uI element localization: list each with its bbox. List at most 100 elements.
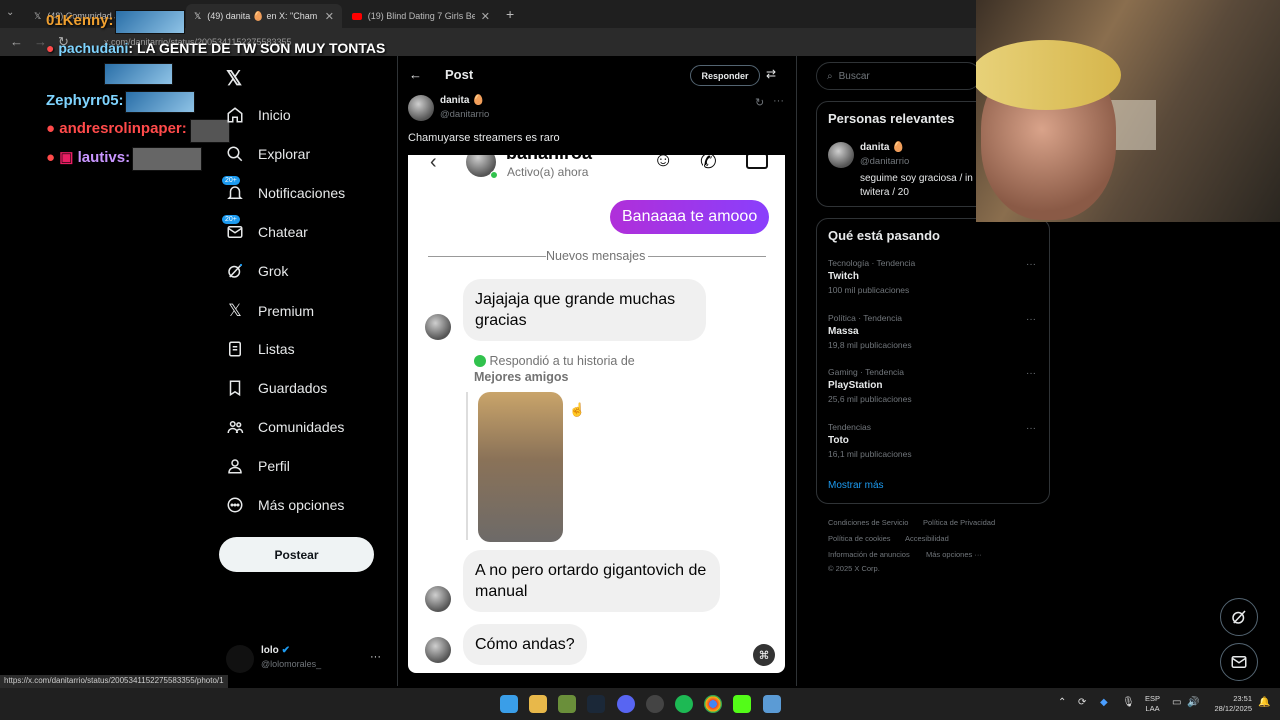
sender-avatar — [425, 637, 451, 663]
obs-icon[interactable] — [646, 695, 664, 713]
footer-link[interactable]: Accesibilidad — [905, 534, 949, 543]
trend-more-icon[interactable]: ··· — [1026, 259, 1036, 270]
chat-emote — [104, 63, 173, 85]
chat-badge-icon: ● — [46, 40, 55, 56]
x-logo-icon: 𝕏 — [228, 301, 242, 320]
sender-avatar — [425, 314, 451, 340]
footer-link[interactable]: Información de anuncios — [828, 550, 910, 559]
relevant-title: Personas relevantes — [828, 111, 955, 126]
nav-label: Listas — [258, 341, 295, 357]
nav-premium[interactable]: 𝕏 Premium — [226, 301, 314, 321]
footer-link[interactable]: Más opciones ··· — [926, 550, 982, 559]
volume-icon[interactable]: 🔊 — [1187, 697, 1199, 708]
footer-link[interactable]: Política de Privacidad — [923, 518, 995, 527]
nav-explorar[interactable]: Explorar — [226, 145, 310, 163]
post-button[interactable]: Postear — [219, 537, 374, 572]
trend-item[interactable]: Tendencias Toto 16,1 mil publicaciones — [828, 422, 912, 459]
author-handle[interactable]: @danitarrio — [440, 109, 489, 120]
tray-sync-icon[interactable]: ⟳ — [1078, 697, 1086, 708]
tab-danita-post[interactable]: 𝕏 (49) danita 🥚 en X: "Chamuya ✕ — [186, 4, 342, 28]
chat-emote — [132, 147, 202, 171]
new-tab-icon[interactable]: + — [506, 6, 514, 22]
trend-item[interactable]: Gaming · Tendencia PlayStation 25,6 mil … — [828, 367, 912, 404]
nav-label: Notificaciones — [258, 185, 346, 201]
post-text: Chamuyarse streamers es raro — [408, 132, 560, 144]
kick-icon[interactable] — [733, 695, 751, 713]
column-divider — [796, 56, 797, 686]
tab-list-dropdown-icon[interactable]: ⌄ — [6, 7, 14, 18]
nav-inicio[interactable]: Inicio — [226, 106, 291, 124]
footer-link[interactable]: Condiciones de Servicio — [828, 518, 908, 527]
trend-meta: Tendencias — [828, 422, 872, 432]
reply-button[interactable]: Responder — [690, 65, 760, 86]
network-icon[interactable]: ▭ — [1172, 697, 1181, 708]
tray-mic-icon[interactable]: 🎙 — [1122, 697, 1135, 708]
author-name[interactable]: danita 🥚 — [440, 95, 485, 106]
language-indicator[interactable]: ESP LAA — [1145, 694, 1160, 714]
nav-notificaciones[interactable]: 20+ Notificaciones — [222, 176, 346, 202]
tab-youtube[interactable]: (19) Blind Dating 7 Girls Before ✕ — [344, 4, 498, 28]
x-logo-icon[interactable]: 𝕏 — [226, 66, 242, 91]
chrome-icon[interactable] — [704, 695, 722, 713]
search-box[interactable]: ⌕ Buscar — [816, 62, 981, 90]
page-title: Post — [445, 67, 474, 82]
trend-more-icon[interactable]: ··· — [1026, 368, 1036, 379]
clock[interactable]: 23:51 28/12/2025 — [1208, 694, 1252, 714]
nav-comunidades[interactable]: Comunidades — [226, 418, 344, 436]
nav-guardados[interactable]: Guardados — [226, 379, 327, 397]
nav-grok[interactable]: Grok — [226, 262, 288, 280]
column-divider — [397, 56, 398, 686]
account-more-icon[interactable]: ··· — [370, 651, 381, 663]
nav-listas[interactable]: Listas — [226, 340, 295, 358]
trend-item[interactable]: Política · Tendencia Massa 19,8 mil publ… — [828, 313, 912, 350]
webcam-overlay — [976, 0, 1280, 222]
bookmark-icon — [229, 380, 241, 397]
spotify-icon[interactable] — [675, 695, 693, 713]
nav-label: Premium — [258, 303, 315, 319]
tray-app-icon[interactable]: ◆ — [1100, 697, 1108, 708]
discord-icon[interactable] — [617, 695, 635, 713]
account-avatar[interactable] — [226, 645, 254, 673]
close-tab-icon[interactable]: ✕ — [481, 10, 490, 23]
nav-label: Comunidades — [258, 419, 345, 435]
ig-contact-name: bananiroa — [506, 155, 592, 164]
chat-emote — [190, 119, 230, 143]
steam-icon[interactable] — [587, 695, 605, 713]
relevant-name[interactable]: danita 🥚 — [860, 142, 905, 153]
alt-image-icon[interactable]: ⌘ — [753, 644, 775, 666]
relevant-bio: seguime soy graciosa / in twitera / 20 — [860, 173, 973, 198]
show-more-link[interactable]: Mostrar más — [828, 480, 884, 491]
file-explorer-icon[interactable] — [529, 695, 547, 713]
start-icon[interactable] — [500, 695, 518, 713]
account-name[interactable]: lolo ✔ — [261, 645, 290, 656]
notifications-icon[interactable]: 🔔 — [1258, 697, 1270, 708]
grok-explain-icon[interactable]: ↻ — [755, 96, 764, 109]
trend-meta: Gaming · Tendencia — [828, 367, 904, 377]
messages-fab[interactable] — [1220, 643, 1258, 681]
trend-more-icon[interactable]: ··· — [1026, 314, 1036, 325]
post-more-icon[interactable]: ··· — [773, 95, 784, 107]
grok-fab[interactable] — [1220, 598, 1258, 636]
trend-item[interactable]: Tecnología · Tendencia Twitch 100 mil pu… — [828, 258, 915, 295]
nav-chatear[interactable]: 20+ Chatear — [222, 215, 308, 241]
nav-perfil[interactable]: Perfil — [226, 457, 290, 475]
grok-icon — [1232, 610, 1246, 624]
sender-avatar — [425, 586, 451, 612]
settings-sliders-icon[interactable]: ⇄ — [766, 67, 776, 81]
nav-mas-opciones[interactable]: Más opciones — [226, 496, 344, 514]
ig-video-icon — [746, 155, 768, 169]
tray-chevron-icon[interactable]: ⌃ — [1058, 697, 1066, 708]
relevant-avatar[interactable] — [828, 142, 854, 168]
back-arrow-icon[interactable]: ← — [409, 67, 422, 82]
close-tab-icon[interactable]: ✕ — [325, 10, 334, 23]
app-icon[interactable] — [558, 695, 576, 713]
post-image[interactable]: ‹ bananiroa Activo(a) ahora ☺ ✆ Banaaaa … — [408, 155, 785, 673]
notepad-icon[interactable] — [763, 695, 781, 713]
back-icon[interactable]: ← — [10, 34, 23, 49]
footer-link[interactable]: Política de cookies — [828, 534, 891, 543]
notification-badge: 20+ — [222, 176, 240, 185]
author-avatar[interactable] — [408, 95, 434, 121]
relevant-handle[interactable]: @danitarrio — [860, 156, 909, 167]
trend-more-icon[interactable]: ··· — [1026, 423, 1036, 434]
story-reply-line — [466, 392, 468, 540]
